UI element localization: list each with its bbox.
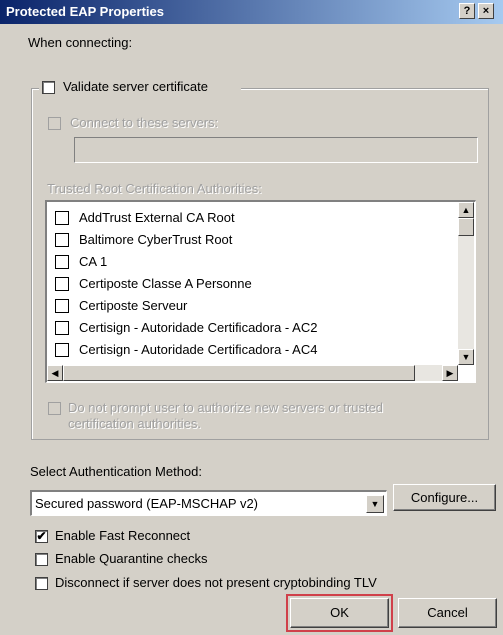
auth-method-value: Secured password (EAP-MSCHAP v2) (35, 496, 259, 511)
chevron-down-icon[interactable]: ▼ (366, 495, 384, 513)
scroll-up-icon[interactable]: ▲ (458, 202, 474, 218)
list-item-label: Certiposte Classe A Personne (79, 276, 252, 291)
do-not-prompt-label-line2: certification authorities. (68, 416, 201, 431)
connect-to-servers-checkbox[interactable] (48, 117, 61, 130)
scroll-right-icon[interactable]: ▶ (442, 365, 458, 381)
list-item-checkbox[interactable] (55, 277, 69, 291)
list-item-label: Certisign - Autoridade Certificadora - A… (79, 342, 318, 357)
when-connecting-label: When connecting: (28, 35, 133, 50)
do-not-prompt-checkbox[interactable] (48, 402, 61, 415)
list-item-checkbox[interactable] (55, 321, 69, 335)
trusted-root-label: Trusted Root Certification Authorities: (47, 181, 262, 196)
list-item-label: Certiposte Serveur (79, 298, 188, 313)
title-bar: Protected EAP Properties ? × (0, 0, 503, 24)
list-item-label: CA 1 (79, 254, 108, 269)
list-item-checkbox[interactable] (55, 255, 69, 269)
trusted-root-list[interactable]: AddTrust External CA Root Baltimore Cybe… (45, 200, 476, 383)
vertical-scroll-thumb[interactable] (458, 218, 474, 236)
close-button[interactable]: × (478, 3, 494, 19)
auth-method-select[interactable]: Secured password (EAP-MSCHAP v2) ▼ (30, 490, 387, 516)
fast-reconnect-checkbox[interactable]: ✔ (35, 530, 48, 543)
validate-server-cert-checkbox[interactable] (42, 81, 55, 94)
list-item-label: Baltimore CyberTrust Root (79, 232, 233, 247)
fast-reconnect-label: Enable Fast Reconnect (55, 528, 191, 543)
ok-button-highlight (286, 594, 393, 632)
horizontal-scroll-thumb[interactable] (63, 365, 415, 381)
cryptobinding-label: Disconnect if server does not present cr… (55, 575, 377, 590)
list-item-label: Certisign - Autoridade Certificadora - A… (79, 320, 318, 335)
scroll-down-icon[interactable]: ▼ (458, 349, 474, 365)
validate-server-cert-row[interactable]: Validate server certificate (39, 79, 241, 97)
list-item-checkbox[interactable] (55, 211, 69, 225)
quarantine-label: Enable Quarantine checks (55, 551, 208, 566)
connect-to-servers-label: Connect to these servers: (70, 115, 219, 130)
cancel-button[interactable]: Cancel (398, 598, 497, 628)
configure-button[interactable]: Configure... (393, 484, 496, 511)
list-item-label: AddTrust External CA Root (79, 210, 235, 225)
window-title: Protected EAP Properties (6, 4, 164, 19)
list-item-checkbox[interactable] (55, 233, 69, 247)
cryptobinding-checkbox[interactable] (35, 577, 48, 590)
do-not-prompt-label-line1: Do not prompt user to authorize new serv… (68, 400, 384, 415)
list-item-checkbox[interactable] (55, 343, 69, 357)
scroll-left-icon[interactable]: ◀ (47, 365, 63, 381)
list-item-checkbox[interactable] (55, 299, 69, 313)
help-button[interactable]: ? (459, 3, 475, 19)
validate-server-cert-label: Validate server certificate (63, 79, 208, 94)
quarantine-checkbox[interactable] (35, 553, 48, 566)
connect-to-servers-input[interactable] (74, 137, 478, 163)
select-auth-method-label: Select Authentication Method: (30, 464, 203, 479)
